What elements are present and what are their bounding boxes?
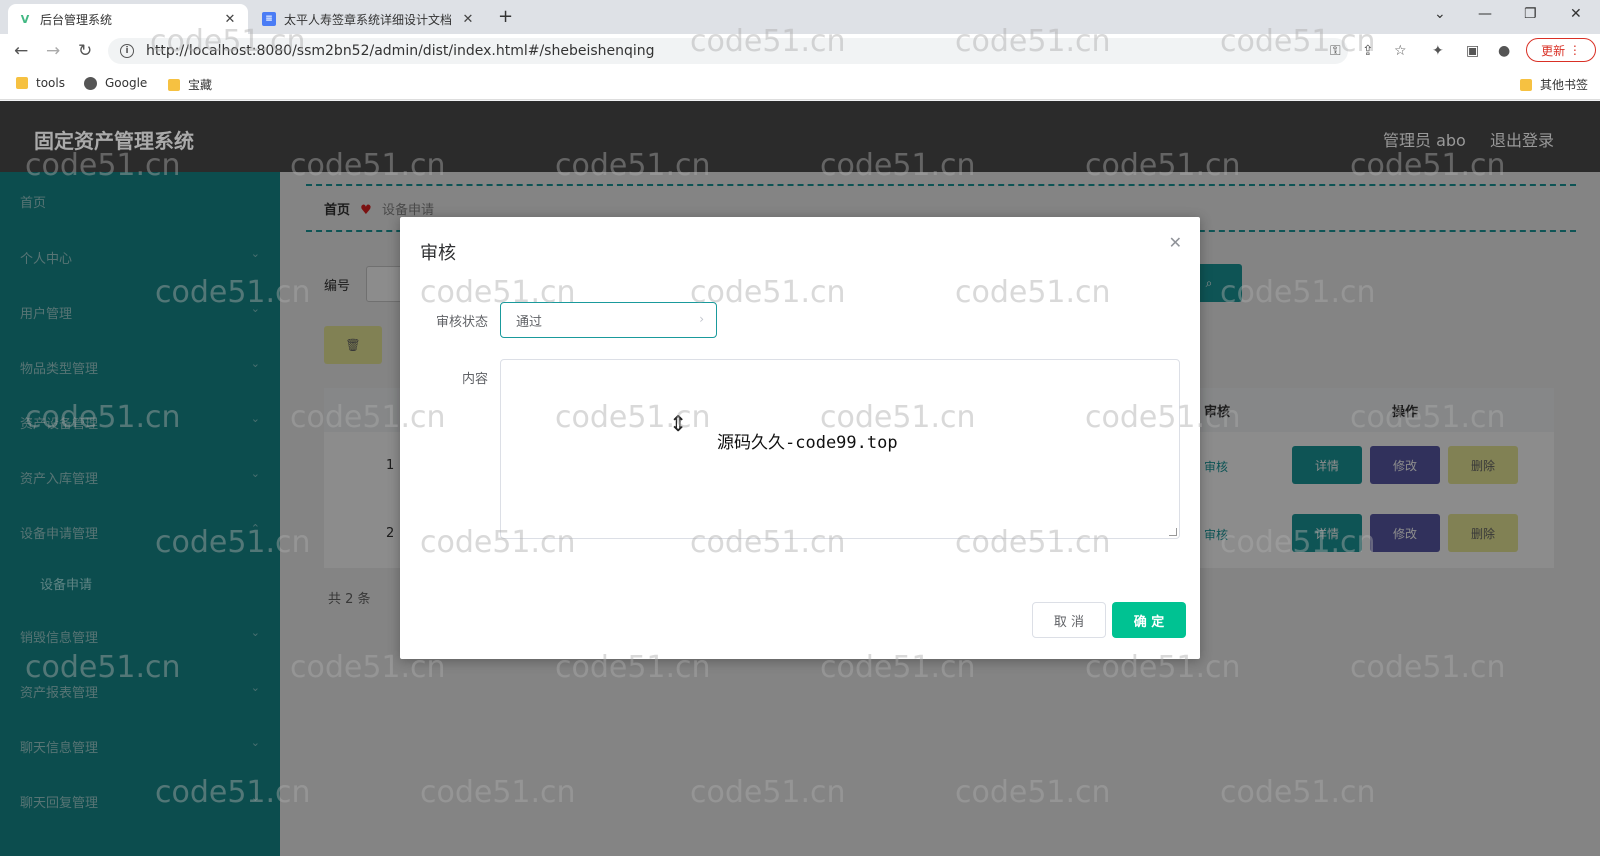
status-value: 通过 bbox=[516, 314, 543, 330]
browser-tab-inactive[interactable]: ≡ 太平人寿签章系统详细设计文档 ✕ bbox=[252, 4, 486, 34]
resize-handle[interactable] bbox=[1169, 528, 1177, 536]
bookmark-treasure[interactable]: 宝藏 bbox=[168, 76, 212, 93]
cancel-button[interactable]: 取 消 bbox=[1032, 602, 1106, 638]
update-button[interactable]: 更新 ⋮ bbox=[1526, 38, 1596, 62]
close-window-icon[interactable]: ✕ bbox=[1570, 6, 1582, 22]
folder-icon bbox=[168, 78, 180, 91]
profile-icon[interactable]: ● bbox=[1498, 43, 1510, 59]
close-tab-icon[interactable]: ✕ bbox=[460, 12, 476, 27]
status-select[interactable]: 通过 › bbox=[500, 302, 717, 338]
update-label: 更新 bbox=[1541, 43, 1566, 58]
star-icon[interactable]: ☆ bbox=[1394, 43, 1407, 59]
forward-icon[interactable]: → bbox=[46, 41, 60, 61]
globe-icon bbox=[84, 76, 97, 90]
content-label: 内容 bbox=[461, 372, 488, 387]
confirm-button[interactable]: 确 定 bbox=[1112, 602, 1186, 638]
close-tab-icon[interactable]: ✕ bbox=[222, 12, 238, 27]
bookmark-google[interactable]: Google bbox=[84, 76, 147, 90]
dialog-title: 审核 bbox=[420, 243, 456, 264]
key-icon[interactable]: ⚿ bbox=[1330, 43, 1341, 59]
bookmark-label: 其他书签 bbox=[1540, 78, 1589, 92]
modal-backdrop-header bbox=[0, 101, 1600, 172]
content-textarea[interactable]: ⇕ 源码久久-code99.top bbox=[500, 359, 1180, 539]
sidepanel-icon[interactable]: ▣ bbox=[1466, 43, 1479, 59]
bookmark-label: tools bbox=[36, 76, 65, 90]
new-tab-icon[interactable]: + bbox=[498, 6, 513, 27]
folder-icon bbox=[1520, 78, 1532, 91]
browser-tab-bar: V 后台管理系统 ✕ ≡ 太平人寿签章系统详细设计文档 ✕ + ⌄ — ❐ ✕ bbox=[0, 0, 1600, 34]
bookmark-label: Google bbox=[105, 76, 148, 90]
site-info-icon[interactable]: i bbox=[120, 44, 134, 58]
bookmark-tools[interactable]: tools bbox=[16, 76, 65, 90]
reload-icon[interactable]: ↻ bbox=[78, 41, 92, 61]
back-icon[interactable]: ← bbox=[14, 41, 28, 61]
tab-search-icon[interactable]: ⌄ bbox=[1434, 6, 1446, 22]
share-icon[interactable]: ⇪ bbox=[1362, 43, 1374, 59]
bookmark-other[interactable]: 其他书签 bbox=[1520, 76, 1588, 93]
chevron-right-icon: › bbox=[699, 312, 704, 326]
vue-icon: V bbox=[20, 12, 30, 26]
minimize-icon[interactable]: — bbox=[1478, 6, 1492, 22]
browser-tab-active[interactable]: V 后台管理系统 ✕ bbox=[8, 4, 248, 34]
bookmarks-bar: tools Google 宝藏 其他书签 bbox=[0, 68, 1600, 100]
text-cursor-icon: ⇕ bbox=[669, 412, 688, 437]
tab-title: 后台管理系统 bbox=[40, 12, 113, 27]
close-icon[interactable]: ✕ bbox=[1169, 233, 1182, 252]
url-text: http://localhost:8080/ssm2bn52/admin/dis… bbox=[146, 43, 655, 59]
tab-title: 太平人寿签章系统详细设计文档 bbox=[284, 12, 453, 27]
audit-dialog: 审核 ✕ 审核状态 通过 › 内容 ⇕ 源码久久-code99.top 取 消 … bbox=[400, 217, 1200, 659]
restore-icon[interactable]: ❐ bbox=[1524, 6, 1537, 22]
extensions-icon[interactable]: ✦ bbox=[1432, 43, 1444, 59]
bookmark-label: 宝藏 bbox=[188, 78, 213, 92]
doc-icon: ≡ bbox=[262, 12, 276, 26]
content-text: 源码久久-code99.top bbox=[717, 433, 898, 453]
url-field[interactable]: i http://localhost:8080/ssm2bn52/admin/d… bbox=[108, 38, 1348, 64]
folder-icon bbox=[16, 77, 28, 89]
address-bar: ← → ↻ i http://localhost:8080/ssm2bn52/a… bbox=[0, 34, 1600, 68]
status-label: 审核状态 bbox=[435, 315, 488, 330]
